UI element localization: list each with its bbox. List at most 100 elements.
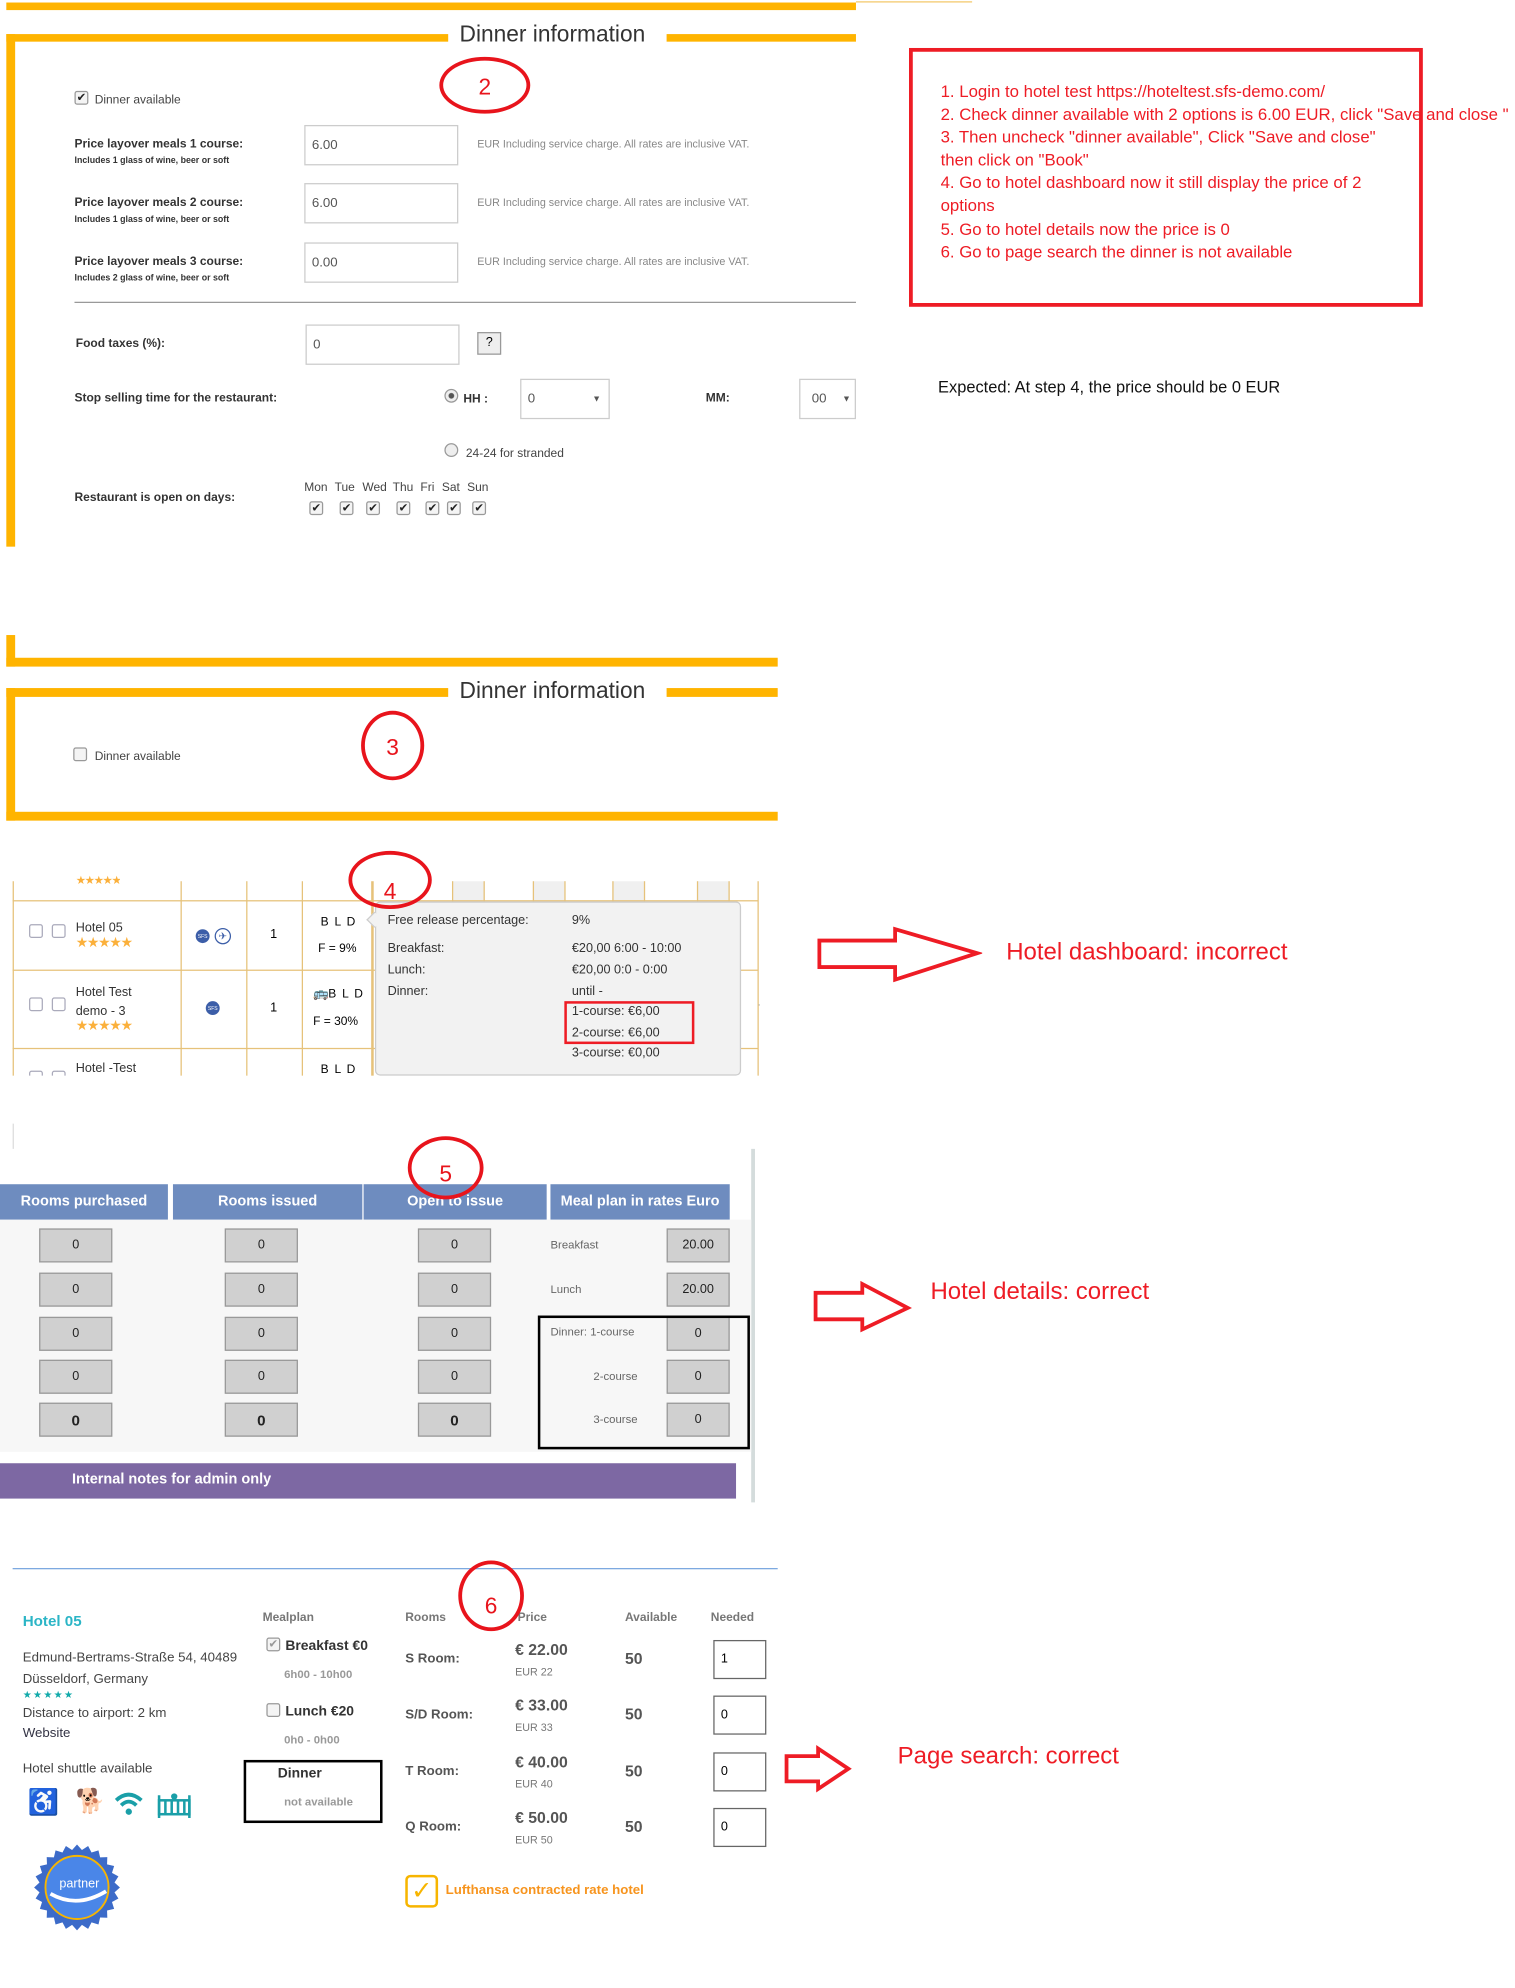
room-count-input[interactable]: 0 [224,1272,298,1307]
food-taxes-value: 0 [313,337,321,353]
room-count-input[interactable]: 0 [417,1402,492,1437]
room-available: 50 [624,1762,643,1781]
day-cell [612,881,646,902]
breakfast-label: Breakfast: [387,941,445,956]
step-marker: 6 [458,1560,524,1632]
room-needed-input[interactable]: 0 [713,1752,767,1792]
section-title: Dinner information [459,677,646,704]
row-select-checkbox[interactable] [51,924,66,939]
arrow-right-icon [817,926,983,983]
day-checkbox[interactable]: ✔ [446,501,461,516]
mm-select[interactable]: 00 ▼ [799,378,856,420]
scrollbar[interactable] [751,1148,755,1503]
price-1-input[interactable]: 6.00 [304,124,459,166]
section-border-top [666,688,778,697]
day-cell [451,881,485,902]
room-needed-input[interactable]: 0 [713,1807,767,1848]
hh-value: 0 [527,391,536,407]
room-count-input[interactable]: 0 [39,1272,113,1307]
dinner-available-label: Dinner available [94,93,181,108]
star-rating: ★★★★★ [22,1689,75,1701]
open-days-label: Restaurant is open on days: [74,491,236,506]
divider [74,301,856,303]
price-2-input[interactable]: 6.00 [304,183,459,224]
room-count-input[interactable]: 0 [224,1402,298,1437]
hh-radio[interactable] [444,388,459,403]
day-checkbox[interactable]: ✔ [309,501,324,516]
airplane-icon: ✈ [214,927,232,945]
step-line: 6. Go to page search the dinner is not a… [940,242,1293,262]
day-label: Thu [392,481,414,495]
arrow-right-icon [813,1280,912,1333]
mealplan-header: Mealplan [262,1610,314,1625]
section-border-top [6,688,449,697]
room-count: 1 [270,927,278,942]
hotel-name[interactable]: Hotel -Test [76,1062,136,1076]
room-count-input[interactable]: 0 [224,1228,298,1263]
food-taxes-input[interactable]: 0 [305,324,460,365]
chevron-down-icon: ▼ [842,394,851,404]
website-link[interactable]: Website [23,1727,71,1740]
header-meal-plan: Meal plan in rates Euro [550,1184,730,1220]
hotel-name[interactable]: Hotel Test [76,987,132,1000]
room-count-input[interactable]: 0 [39,1359,113,1394]
room-count-input[interactable]: 0 [224,1316,298,1351]
section-border-bottom [6,811,778,821]
row-select-checkbox[interactable] [29,997,43,1012]
room-count-input[interactable]: 0 [39,1316,113,1351]
price-3-label: Price layover meals 3 course: [74,255,244,269]
lunch-checkbox[interactable] [266,1703,281,1718]
day-cell [532,881,566,902]
room-count-input[interactable]: 0 [39,1402,113,1437]
day-checkbox[interactable]: ✔ [472,501,487,516]
room-needed-input[interactable]: 1 [713,1639,767,1680]
bug-report-canvas: Dinner information 2 ✔ Dinner available … [0,0,1515,1988]
row-select-checkbox[interactable] [51,1070,66,1076]
wheelchair-icon: ♿ [27,1788,60,1817]
stranded-radio[interactable] [444,443,459,458]
day-checkbox[interactable]: ✔ [366,501,381,516]
meal-codes[interactable]: B L D [328,989,364,1001]
room-name: S Room: [405,1651,460,1667]
row-select-checkbox[interactable] [29,1070,43,1076]
grid-line [180,881,182,1076]
price-3-input[interactable]: 0.00 [304,242,459,283]
row-select-checkbox[interactable] [51,997,66,1012]
meal-codes[interactable]: B L D [321,1064,357,1075]
help-button[interactable]: ? [477,332,502,355]
meal-price-input[interactable]: 20.00 [666,1228,730,1263]
header-rooms-issued: Rooms issued [172,1184,363,1220]
dinner-available-checkbox[interactable]: ✔ [74,90,89,105]
room-needed-input[interactable]: 0 [713,1695,767,1735]
breakfast-checkbox[interactable]: ✔ [266,1637,281,1652]
meal-codes[interactable]: B L D [321,917,357,929]
grid-line [301,881,303,1076]
meal-price-input[interactable]: 20.00 [666,1272,730,1307]
hh-select[interactable]: 0 ▼ [520,378,610,420]
yellow-bar [6,2,856,11]
room-count-input[interactable]: 0 [417,1316,492,1351]
day-checkbox[interactable]: ✔ [339,501,354,516]
step-line: then click on "Book" [940,150,1089,170]
day-checkbox[interactable]: ✔ [425,501,440,516]
chevron-down-icon: ▼ [592,394,601,404]
dinner-available-checkbox[interactable] [73,747,88,762]
row-select-checkbox[interactable] [29,924,43,939]
hotel-name-link[interactable]: Hotel 05 [23,1613,82,1628]
step-marker: 2 [439,56,531,114]
step-line: 2. Check dinner available with 2 options… [940,104,1509,124]
price-2-note: EUR Including service charge. All rates … [477,195,750,209]
bus-icon: 🚌 [313,987,329,1002]
hotel-name[interactable]: Hotel 05 [76,922,123,936]
section-border-left [6,688,16,821]
room-count-input[interactable]: 0 [417,1272,492,1307]
room-count-input[interactable]: 0 [224,1359,298,1394]
available-header: Available [624,1610,678,1625]
room-count-input[interactable]: 0 [417,1359,492,1394]
section-border-top [6,34,449,42]
day-checkbox[interactable]: ✔ [396,501,411,516]
grid-line [371,881,374,1076]
room-count-input[interactable]: 0 [417,1228,492,1263]
room-count-input[interactable]: 0 [39,1228,113,1263]
divider [12,1123,14,1149]
